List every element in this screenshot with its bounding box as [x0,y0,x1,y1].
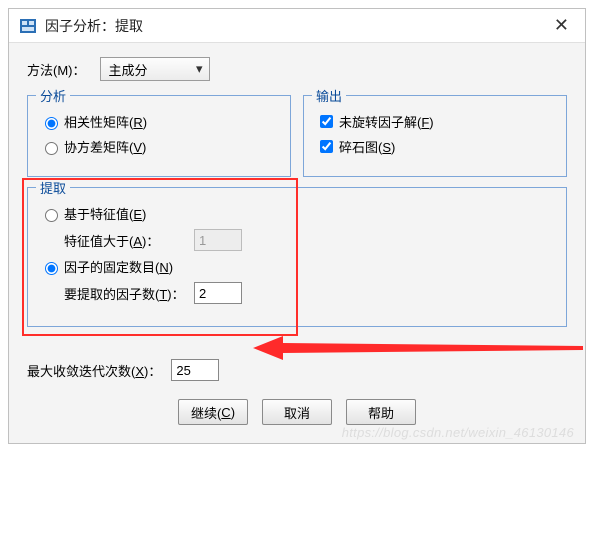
close-button[interactable]: ✕ [548,15,575,36]
fieldset-extract: 提取 基于特征值(E) 特征值大于(A)： 因子的固定数目(N) 要提取的因子数… [27,187,567,327]
titlebar: 因子分析：提取 ✕ [9,9,585,43]
checkbox-scree-label: 碎石图(S) [339,137,395,156]
button-row: 继续(C) 取消 帮助 [27,399,567,425]
factors-to-extract-label: 要提取的因子数(T)： [64,284,194,303]
checkbox-unrotated-label: 未旋转因子解(F) [339,112,434,131]
eigen-greater-row: 特征值大于(A)： [64,229,554,251]
checkbox-unrotated-input[interactable] [320,115,333,128]
radio-eigenvalue-label: 基于特征值(E) [64,204,146,223]
legend-extract: 提取 [36,178,70,197]
radio-eigenvalue-input[interactable] [45,209,58,222]
legend-output: 输出 [312,86,346,105]
factors-to-extract-input[interactable] [194,282,242,304]
method-value: 主成分 [109,60,148,79]
max-iterations-row: 最大收敛迭代次数(X)： [27,359,567,381]
dialog-title: 因子分析：提取 [45,16,548,36]
radio-fixed-number[interactable]: 因子的固定数目(N) [40,257,554,276]
fieldset-analysis: 分析 相关性矩阵(R) 协方差矩阵(V) [27,95,291,177]
method-row: 方法(M)： 主成分 ▾ [27,57,567,81]
help-button[interactable]: 帮助 [346,399,416,425]
chevron-down-icon: ▾ [196,61,203,77]
eigen-greater-label: 特征值大于(A)： [64,231,194,250]
continue-button[interactable]: 继续(C) [178,399,248,425]
radio-covariance-label: 协方差矩阵(V) [64,137,146,156]
max-iterations-input[interactable] [171,359,219,381]
eigen-value-input [194,229,242,251]
radio-covariance-matrix[interactable]: 协方差矩阵(V) [40,137,278,156]
radio-eigenvalue[interactable]: 基于特征值(E) [40,204,554,223]
method-label: 方法(M)： [27,60,86,79]
checkbox-scree[interactable]: 碎石图(S) [316,137,554,156]
factors-to-extract-row: 要提取的因子数(T)： [64,282,554,304]
checkbox-scree-input[interactable] [320,140,333,153]
cancel-button[interactable]: 取消 [262,399,332,425]
dialog-content: 方法(M)： 主成分 ▾ 分析 相关性矩阵(R) 协方差矩阵(V) 输出 [9,43,585,443]
radio-correlation-label: 相关性矩阵(R) [64,112,147,131]
max-iterations-label: 最大收敛迭代次数(X)： [27,361,161,380]
radio-fixed-label: 因子的固定数目(N) [64,257,173,276]
fieldset-output: 输出 未旋转因子解(F) 碎石图(S) [303,95,567,177]
method-combobox[interactable]: 主成分 ▾ [100,57,210,81]
checkbox-unrotated[interactable]: 未旋转因子解(F) [316,112,554,131]
radio-correlation-input[interactable] [45,117,58,130]
radio-covariance-input[interactable] [45,142,58,155]
radio-fixed-input[interactable] [45,262,58,275]
app-icon [19,17,37,35]
dialog-window: 因子分析：提取 ✕ 方法(M)： 主成分 ▾ 分析 相关性矩阵(R) 协 [8,8,586,444]
legend-analysis: 分析 [36,86,70,105]
radio-correlation-matrix[interactable]: 相关性矩阵(R) [40,112,278,131]
method-label-text: 方法(M)： [27,63,86,78]
